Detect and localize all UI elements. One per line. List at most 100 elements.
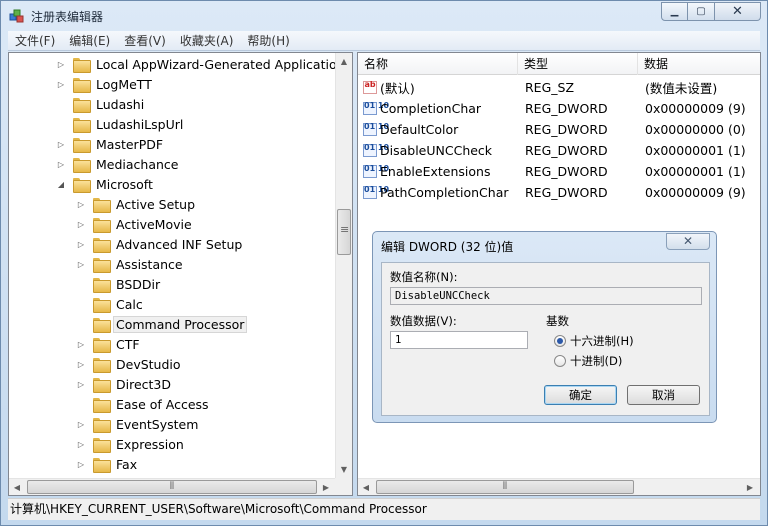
folder-icon — [93, 297, 111, 313]
tree-item[interactable]: ▷ EventSystem — [75, 414, 201, 434]
scroll-left-icon[interactable]: ◀ — [9, 479, 25, 495]
binary-value-icon: 01 10 — [363, 123, 389, 136]
expand-icon[interactable]: ▷ — [75, 220, 87, 229]
tree-item[interactable]: ▷ Fax — [75, 454, 140, 474]
ok-button[interactable]: 确定 — [544, 385, 617, 405]
value-name: DisableUNCCheck — [380, 143, 493, 158]
scroll-up-icon[interactable]: ▲ — [336, 53, 352, 70]
tree-item[interactable]: LudashiLspUrl — [55, 114, 186, 134]
tree-item[interactable]: ▷ Active Setup — [75, 194, 198, 214]
expand-icon[interactable]: ▷ — [75, 200, 87, 209]
menu-favorites[interactable]: 收藏夹(A) — [173, 32, 241, 49]
tree-vertical-scrollbar[interactable]: ▲ ▼ — [335, 53, 352, 478]
menu-file[interactable]: 文件(F) — [8, 32, 62, 49]
value-data: 0x00000001 (1) — [645, 143, 746, 158]
tree-item[interactable]: ▷ LogMeTT — [55, 74, 155, 94]
tree-item[interactable]: ▷ CTF — [75, 334, 143, 354]
key-tree-pane[interactable]: ▷ Local AppWizard-Generated Applications ▷… — [8, 52, 353, 496]
cancel-button[interactable]: 取消 — [627, 385, 700, 405]
expand-icon[interactable]: ▷ — [75, 440, 87, 449]
value-data-label: 数值数据(V): — [390, 314, 457, 328]
folder-icon — [93, 197, 111, 213]
binary-value-icon: 01 10 — [363, 144, 389, 157]
dialog-close-button[interactable]: ✕ — [666, 233, 710, 250]
column-data[interactable]: 数据 — [638, 53, 760, 75]
value-row[interactable]: 01 10 EnableExtensions REG_DWORD 0x00000001… — [358, 161, 760, 182]
tree-hscroll-thumb[interactable]: ⦀ — [27, 480, 317, 494]
column-type[interactable]: 类型 — [518, 53, 638, 75]
tree-item-label: Expression — [116, 436, 184, 452]
status-path: 计算机\HKEY_CURRENT_USER\Software\Microsoft… — [10, 502, 427, 516]
tree-item[interactable]: Ease of Access — [75, 394, 212, 414]
scroll-right-icon[interactable]: ▶ — [318, 479, 334, 495]
tree-item[interactable]: Ludashi — [55, 94, 147, 114]
tree-item[interactable]: ◢ Microsoft — [55, 174, 156, 194]
scroll-down-icon[interactable]: ▼ — [336, 461, 352, 478]
list-horizontal-scrollbar[interactable]: ◀ ⦀ ▶ — [358, 478, 760, 495]
menu-edit[interactable]: 编辑(E) — [62, 32, 117, 49]
expand-icon[interactable]: ▷ — [75, 360, 87, 369]
folder-icon — [93, 457, 111, 473]
expand-icon[interactable]: ▷ — [75, 380, 87, 389]
binary-value-icon: 01 10 — [363, 165, 389, 178]
tree-scroll-thumb[interactable] — [337, 209, 351, 255]
tree-item-label: Calc — [116, 296, 143, 312]
dialog-body: 数值名称(N): DisableUNCCheck 数值数据(V): 1 基数 十… — [381, 262, 710, 416]
menu-help[interactable]: 帮助(H) — [240, 32, 296, 49]
tree-item[interactable]: Calc — [75, 294, 146, 314]
tree-item[interactable]: ▷ Mediachance — [55, 154, 181, 174]
scroll-right-icon[interactable]: ▶ — [742, 479, 758, 495]
tree-horizontal-scrollbar[interactable]: ◀ ⦀ ▶ — [9, 478, 335, 495]
minimize-button[interactable]: ▁ — [661, 2, 688, 21]
column-name[interactable]: 名称 — [358, 53, 518, 75]
folder-icon — [73, 157, 91, 173]
expand-icon[interactable]: ▷ — [75, 240, 87, 249]
value-type: REG_DWORD — [525, 101, 608, 116]
expand-icon[interactable]: ▷ — [75, 260, 87, 269]
tree-item-label: EventSystem — [116, 416, 199, 432]
value-name: DefaultColor — [380, 122, 459, 137]
expand-icon[interactable]: ▷ — [55, 60, 67, 69]
tree-item-label: ActiveMovie — [116, 216, 192, 232]
tree-item[interactable]: ▷ MasterPDF — [55, 134, 166, 154]
tree-item[interactable]: ▷ Direct3D — [75, 374, 174, 394]
tree-item[interactable]: ▷ Advanced INF Setup — [75, 234, 245, 254]
tree-item[interactable]: ▷ ActiveMovie — [75, 214, 195, 234]
expand-icon[interactable]: ▷ — [55, 160, 67, 169]
tree-item[interactable]: BSDDir — [75, 274, 163, 294]
expand-icon[interactable]: ▷ — [75, 420, 87, 429]
caption-buttons: ▁ ▢ ✕ — [661, 2, 761, 22]
tree-item-label: Direct3D — [116, 376, 172, 392]
dialog-title: 编辑 DWORD (32 位)值 — [381, 240, 514, 254]
tree-item[interactable]: Command Processor — [75, 314, 248, 334]
title-bar[interactable]: 注册表编辑器 ▁ ▢ ✕ — [1, 1, 767, 31]
value-row[interactable]: ab (默认) REG_SZ (数值未设置) — [358, 77, 760, 98]
expand-icon[interactable]: ▷ — [75, 460, 87, 469]
value-row[interactable]: 01 10 PathCompletionChar REG_DWORD 0x000000… — [358, 182, 760, 203]
edit-dword-dialog: 编辑 DWORD (32 位)值 ✕ 数值名称(N): DisableUNCCh… — [372, 231, 717, 423]
close-button[interactable]: ✕ — [715, 2, 761, 21]
tree-item[interactable]: ▷ DevStudio — [75, 354, 184, 374]
expand-icon[interactable]: ▷ — [55, 80, 67, 89]
folder-icon — [93, 377, 111, 393]
value-row[interactable]: 01 10 DefaultColor REG_DWORD 0x00000000 (0) — [358, 119, 760, 140]
value-row[interactable]: 01 10 CompletionChar REG_DWORD 0x00000009 (… — [358, 98, 760, 119]
scroll-left-icon[interactable]: ◀ — [358, 479, 374, 495]
expand-icon[interactable]: ▷ — [75, 340, 87, 349]
tree-item[interactable]: ▷ Assistance — [75, 254, 186, 274]
expand-icon[interactable]: ▷ — [55, 140, 67, 149]
collapse-icon[interactable]: ◢ — [55, 180, 67, 189]
decimal-radio[interactable]: 十进制(D) — [554, 353, 622, 369]
value-name-field[interactable]: DisableUNCCheck — [390, 287, 702, 305]
value-data-input[interactable]: 1 — [390, 331, 528, 349]
folder-icon — [93, 357, 111, 373]
menu-view[interactable]: 查看(V) — [117, 32, 173, 49]
folder-icon — [93, 277, 111, 293]
hex-radio[interactable]: 十六进制(H) — [554, 333, 634, 349]
tree-item-label: Fax — [116, 456, 138, 472]
maximize-button[interactable]: ▢ — [688, 2, 715, 21]
list-hscroll-thumb[interactable]: ⦀ — [376, 480, 634, 494]
value-row[interactable]: 01 10 DisableUNCCheck REG_DWORD 0x00000001 … — [358, 140, 760, 161]
tree-item[interactable]: ▷ Expression — [75, 434, 187, 454]
tree-item[interactable]: ▷ Local AppWizard-Generated Applications — [55, 54, 352, 74]
